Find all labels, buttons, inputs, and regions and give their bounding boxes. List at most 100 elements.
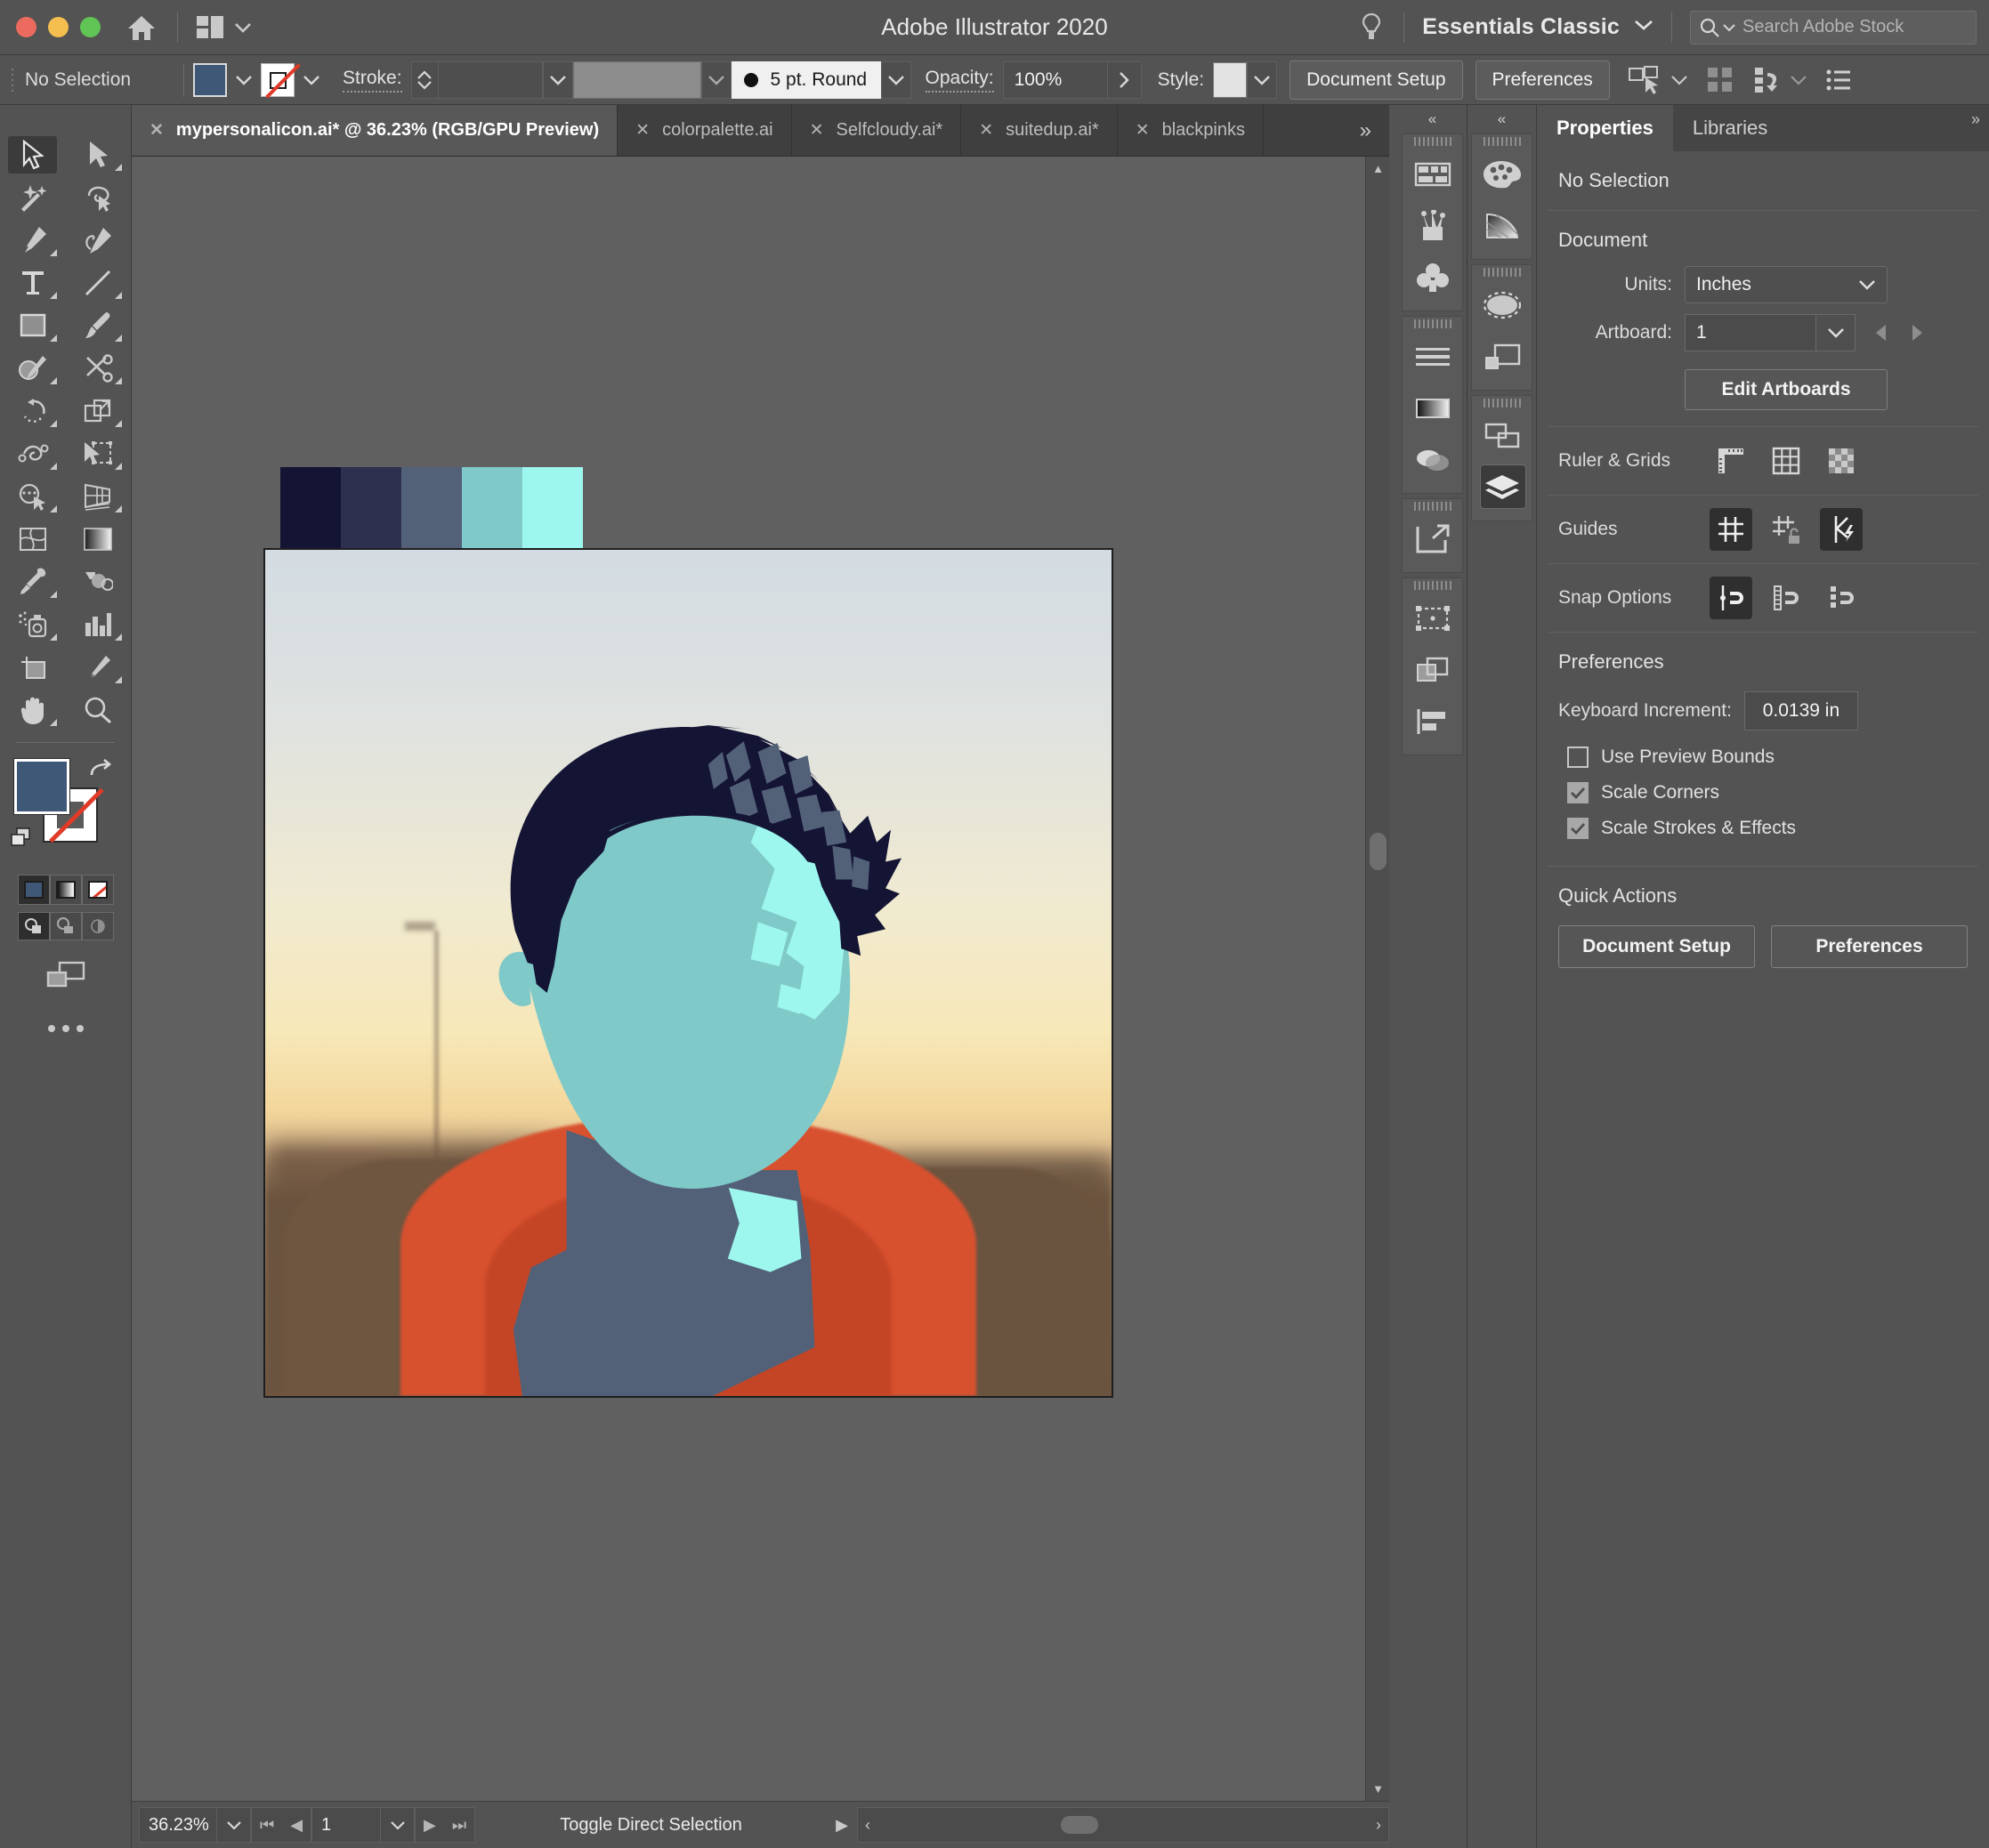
color-fill-mode-button[interactable] [17,875,50,905]
swatches-panel-icon[interactable] [1403,149,1462,200]
stroke-weight-stepper[interactable] [410,61,438,99]
pen-tool[interactable] [0,219,66,262]
symbol-sprayer-tool[interactable] [0,603,66,646]
scale-corners-checkbox-row[interactable]: Scale Corners [1537,775,1989,811]
transparency-panel-icon[interactable] [1403,434,1462,486]
scroll-right-icon[interactable]: › [1376,1816,1381,1835]
zoom-dropdown-icon[interactable] [217,1807,251,1843]
rotate-tool[interactable] [0,390,66,432]
slice-tool[interactable] [66,646,132,689]
swatch-3[interactable] [401,467,462,552]
stroke-color-control[interactable] [261,61,328,99]
close-icon[interactable]: ✕ [979,120,993,141]
adobe-stock-search[interactable]: Search Adobe Stock [1690,10,1977,44]
panel-menu-icon[interactable]: » [1971,110,1980,129]
show-rulers-icon[interactable] [1710,440,1752,482]
hand-tool[interactable] [0,689,66,731]
layers-panel-icon[interactable] [1472,462,1532,513]
close-icon[interactable]: ✕ [1136,120,1150,141]
fill-swatch[interactable] [193,62,227,97]
document-tab[interactable]: ✕ colorpalette.ai [618,105,792,156]
dock-collapse-icon[interactable]: « [1398,105,1467,133]
color-guide-panel-icon[interactable] [1472,200,1532,252]
panel-grip[interactable] [1472,134,1532,149]
canvas-horizontal-scrollbar[interactable]: ‹ › [857,1807,1389,1843]
snap-to-point-icon[interactable] [1710,577,1752,619]
curvature-tool[interactable] [66,219,132,262]
edit-toolbar-icon[interactable] [0,1025,131,1032]
eyedropper-tool[interactable] [0,561,66,603]
artboard-dropdown-icon[interactable] [1816,314,1856,351]
scale-tool[interactable] [66,390,132,432]
keyboard-increment-input[interactable]: 0.0139 in [1743,691,1858,730]
line-segment-tool[interactable] [66,262,132,304]
snap-to-pixel-icon[interactable] [1820,577,1863,619]
magic-wand-tool[interactable] [0,176,66,219]
panel-grip[interactable] [1403,578,1462,593]
brushes-panel-icon[interactable] [1403,200,1462,252]
scale-corners-checkbox[interactable] [1567,782,1589,803]
chevron-down-icon[interactable] [542,61,573,99]
vector-portrait-artwork[interactable] [265,550,1112,1396]
graphic-style-swatch[interactable] [1213,61,1248,98]
scroll-down-icon[interactable]: ▼ [1366,1782,1390,1796]
show-guides-icon[interactable] [1710,508,1752,551]
graphic-styles-panel-icon[interactable] [1472,331,1532,383]
none-mode-button[interactable] [81,875,114,905]
swap-fill-stroke-icon[interactable] [88,757,115,785]
use-preview-bounds-checkbox[interactable] [1567,746,1589,768]
maximize-window-button[interactable] [80,17,101,37]
scale-strokes-effects-checkbox[interactable] [1567,818,1589,839]
close-icon[interactable]: ✕ [150,120,164,141]
opacity-expand-icon[interactable] [1107,61,1142,99]
arrange-documents-icon[interactable] [196,14,252,41]
status-menu-icon[interactable]: ▶ [827,1816,857,1835]
column-graph-tool[interactable] [66,603,132,646]
show-grid-icon[interactable] [1765,440,1807,482]
color-panel-icon[interactable] [1472,149,1532,200]
align-icon[interactable] [1706,66,1734,94]
transform-panel-icon[interactable] [1403,593,1462,644]
scrollbar-thumb[interactable] [1061,1816,1098,1834]
document-tab-active[interactable]: ✕ mypersonalicon.ai* @ 36.23% (RGB/GPU P… [132,105,619,156]
swatch-5[interactable] [522,467,583,552]
stroke-panel-icon[interactable] [1403,331,1462,383]
swatch-1[interactable] [280,467,341,552]
edit-artboards-button[interactable]: Edit Artboards [1685,369,1888,410]
distribute-icon[interactable] [1752,66,1807,94]
asset-export-panel-icon[interactable] [1403,513,1462,565]
show-transparency-grid-icon[interactable] [1820,440,1863,482]
chevron-down-icon[interactable] [1634,19,1653,36]
color-palette-swatches[interactable] [280,467,583,552]
tab-properties[interactable]: Properties [1537,105,1673,151]
default-fill-stroke-icon[interactable] [9,827,36,854]
lightbulb-icon[interactable] [1357,11,1386,44]
panel-grip[interactable] [1403,499,1462,513]
dock-collapse-icon[interactable]: « [1467,105,1536,133]
opacity-label[interactable]: Opacity: [925,68,994,93]
appearance-panel-icon[interactable] [1472,279,1532,331]
select-similar-icon[interactable] [1628,65,1688,95]
document-tab[interactable]: ✕ suitedup.ai* [961,105,1118,156]
width-tool[interactable] [0,432,66,475]
fill-color-box[interactable] [13,758,70,815]
search-input[interactable]: Search Adobe Stock [1742,17,1904,37]
stroke-label[interactable]: Stroke: [343,68,402,93]
quick-preferences-button[interactable]: Preferences [1771,925,1968,968]
stroke-swatch-none[interactable] [261,62,301,99]
align-panel-icon[interactable] [1403,696,1462,747]
rectangle-tool[interactable] [0,304,66,347]
free-transform-tool[interactable] [66,432,132,475]
tab-overflow-icon[interactable]: » [1342,105,1389,156]
gradient-tool[interactable] [66,518,132,561]
paintbrush-tool[interactable] [66,304,132,347]
artboard-nav-next-group[interactable]: ▶ ⏭ [415,1807,476,1843]
panel-grip[interactable] [1403,317,1462,331]
last-artboard-icon[interactable]: ⏭ [444,1816,474,1835]
chevron-down-icon[interactable] [880,61,911,99]
artboard-dropdown-icon[interactable] [381,1807,416,1843]
prev-artboard-icon[interactable]: ◀ [282,1816,311,1835]
shape-builder-tool[interactable] [0,475,66,518]
artboard[interactable] [263,548,1113,1398]
zoom-tool[interactable] [66,689,132,731]
